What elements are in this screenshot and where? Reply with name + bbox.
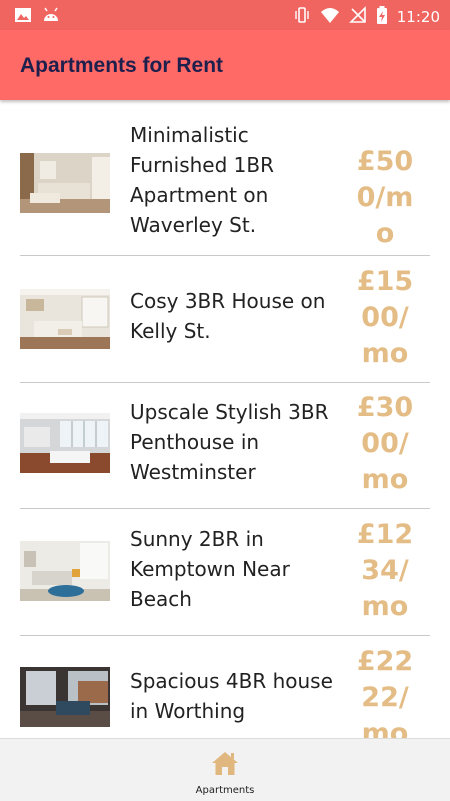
apartment-thumbnail bbox=[20, 667, 110, 727]
bottom-navigation: Apartments bbox=[0, 738, 450, 801]
wifi-icon bbox=[320, 6, 340, 28]
list-item[interactable]: Minimalistic Furnished 1BR Apartment on … bbox=[0, 100, 450, 255]
listing-price: £3000/mo bbox=[356, 392, 414, 495]
android-icon bbox=[42, 6, 60, 28]
battery-icon bbox=[376, 5, 388, 29]
page-title: Apartments for Rent bbox=[20, 54, 224, 77]
apartment-thumbnail bbox=[20, 413, 110, 473]
list-item[interactable]: Spacious 4BR house in Worthing £2222/mo bbox=[0, 636, 450, 738]
listing-price: £1500/mo bbox=[356, 266, 414, 369]
listing-title: Upscale Stylish 3BR Penthouse in Westmin… bbox=[130, 400, 329, 484]
apartment-list[interactable]: Minimalistic Furnished 1BR Apartment on … bbox=[0, 100, 450, 738]
listing-title: Spacious 4BR house in Worthing bbox=[130, 669, 333, 723]
listing-price: £1234/mo bbox=[356, 519, 414, 622]
list-item[interactable]: Upscale Stylish 3BR Penthouse in Westmin… bbox=[0, 383, 450, 509]
apartment-thumbnail bbox=[20, 289, 110, 349]
apartment-thumbnail bbox=[20, 153, 110, 213]
listing-price: £500/mo bbox=[356, 146, 414, 249]
vibrate-icon bbox=[293, 6, 311, 28]
app-bar: Apartments for Rent bbox=[0, 30, 450, 100]
listing-price: £2222/mo bbox=[356, 646, 414, 738]
apartment-thumbnail bbox=[20, 541, 110, 601]
list-item[interactable]: Cosy 3BR House on Kelly St. £1500/mo bbox=[0, 256, 450, 382]
image-icon bbox=[14, 6, 32, 28]
listing-title: Minimalistic Furnished 1BR Apartment on … bbox=[130, 123, 274, 237]
nav-item-label: Apartments bbox=[195, 785, 255, 796]
list-item[interactable]: Sunny 2BR in Kemptown Near Beach £1234/m… bbox=[0, 509, 450, 635]
listing-title: Cosy 3BR House on Kelly St. bbox=[130, 289, 326, 343]
nav-item-apartments[interactable]: Apartments bbox=[185, 739, 265, 801]
signal-icon bbox=[348, 6, 367, 28]
home-icon bbox=[211, 750, 239, 780]
status-bar: 11:20 bbox=[0, 0, 450, 30]
status-time: 11:20 bbox=[396, 8, 440, 26]
listing-title: Sunny 2BR in Kemptown Near Beach bbox=[130, 527, 290, 611]
